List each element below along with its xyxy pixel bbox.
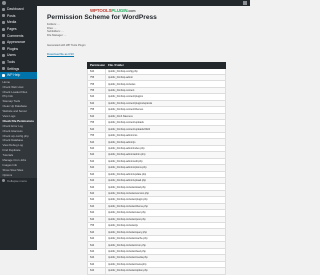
user-avatar-icon[interactable] <box>243 1 247 5</box>
settings-icon <box>2 67 5 71</box>
sidebar-item-label: Settings <box>7 66 20 71</box>
submenu-item[interactable]: Options <box>0 172 37 177</box>
summary-meta: Folders: ... Files: ... Subfolders: ... … <box>47 23 66 37</box>
sidebar-item-users[interactable]: Users <box>0 52 37 59</box>
meta-line: File Manager: ... <box>47 33 67 37</box>
page-title: Permission Scheme for WordPress <box>47 14 157 21</box>
logo-part-wp: WP <box>90 7 97 13</box>
sidebar-item-label: Appearance <box>7 40 26 45</box>
logo-part-tools: TOOLS <box>96 7 112 13</box>
tools-icon <box>2 60 5 64</box>
sidebar-item-label: Plugins <box>7 46 19 51</box>
sidebar-item-plugins[interactable]: Plugins <box>0 46 37 53</box>
permissions-table: Permission File / Folder 644/public_html… <box>86 61 226 275</box>
sidebar-item-tools[interactable]: Tools <box>0 59 37 66</box>
sidebar-item-label: Users <box>7 53 16 58</box>
help-icon <box>2 73 5 77</box>
appearance-icon <box>2 40 5 44</box>
table-row: 644/public_html/wp-includes/option.php <box>86 267 226 275</box>
sidebar-item-comments[interactable]: Comments <box>0 32 37 39</box>
logo-part-plugin: PLUGIN <box>111 7 128 13</box>
sidebar-item-pages[interactable]: Pages <box>0 26 37 33</box>
submenu-item[interactable]: Check File Permissions <box>0 118 37 123</box>
sidebar-item-wp-help[interactable]: WP Help <box>0 71 37 79</box>
comments-icon <box>2 34 5 38</box>
dashboard-icon <box>2 7 5 11</box>
collapse-menu-button[interactable]: Collapse menu <box>0 178 37 184</box>
generated-note: Generated with WP Tools Plugin <box>47 43 86 47</box>
collapse-label: Collapse menu <box>7 178 28 183</box>
plugins-icon <box>2 47 5 51</box>
plugin-logo: WPTOOLSPLUGIN.com <box>90 7 136 13</box>
pages-icon <box>2 27 5 31</box>
admin-sidebar: Dashboard Posts Media Pages Comments Appearan… <box>0 6 37 250</box>
sidebar-item-label: Tools <box>7 60 15 65</box>
sidebar-item-label: Media <box>7 20 17 25</box>
sidebar-item-dashboard[interactable]: Dashboard <box>0 6 37 13</box>
wordpress-icon[interactable] <box>2 1 6 5</box>
sidebar-item-appearance[interactable]: Appearance <box>0 39 37 46</box>
sidebar-item-label: WP Help <box>7 73 21 78</box>
sidebar-item-settings[interactable]: Settings <box>0 65 37 72</box>
sidebar-item-label: Posts <box>7 13 16 18</box>
sidebar-item-media[interactable]: Media <box>0 19 37 26</box>
wp-help-submenu: Home Check Web Host Check Loaded Files Php … <box>0 78 37 178</box>
sidebar-item-label: Comments <box>7 33 24 38</box>
logo-part-domain: .com <box>127 8 136 13</box>
sidebar-item-label: Pages <box>7 27 17 32</box>
media-icon <box>2 20 5 24</box>
sidebar-item-posts[interactable]: Posts <box>0 13 37 20</box>
file-path-cell: /public_html/wp-includes/option.php <box>105 267 226 275</box>
main-content: WPTOOLSPLUGIN.com Permission Scheme for … <box>37 6 250 275</box>
permission-cell: 644 <box>86 267 107 275</box>
posts-icon <box>2 14 5 18</box>
admin-menu: Dashboard Posts Media Pages Comments Appearan… <box>0 6 37 184</box>
download-csv-link[interactable]: Download file as CSV <box>47 52 74 56</box>
sidebar-item-label: Dashboard <box>7 7 24 12</box>
collapse-icon <box>2 179 5 183</box>
users-icon <box>2 53 5 57</box>
